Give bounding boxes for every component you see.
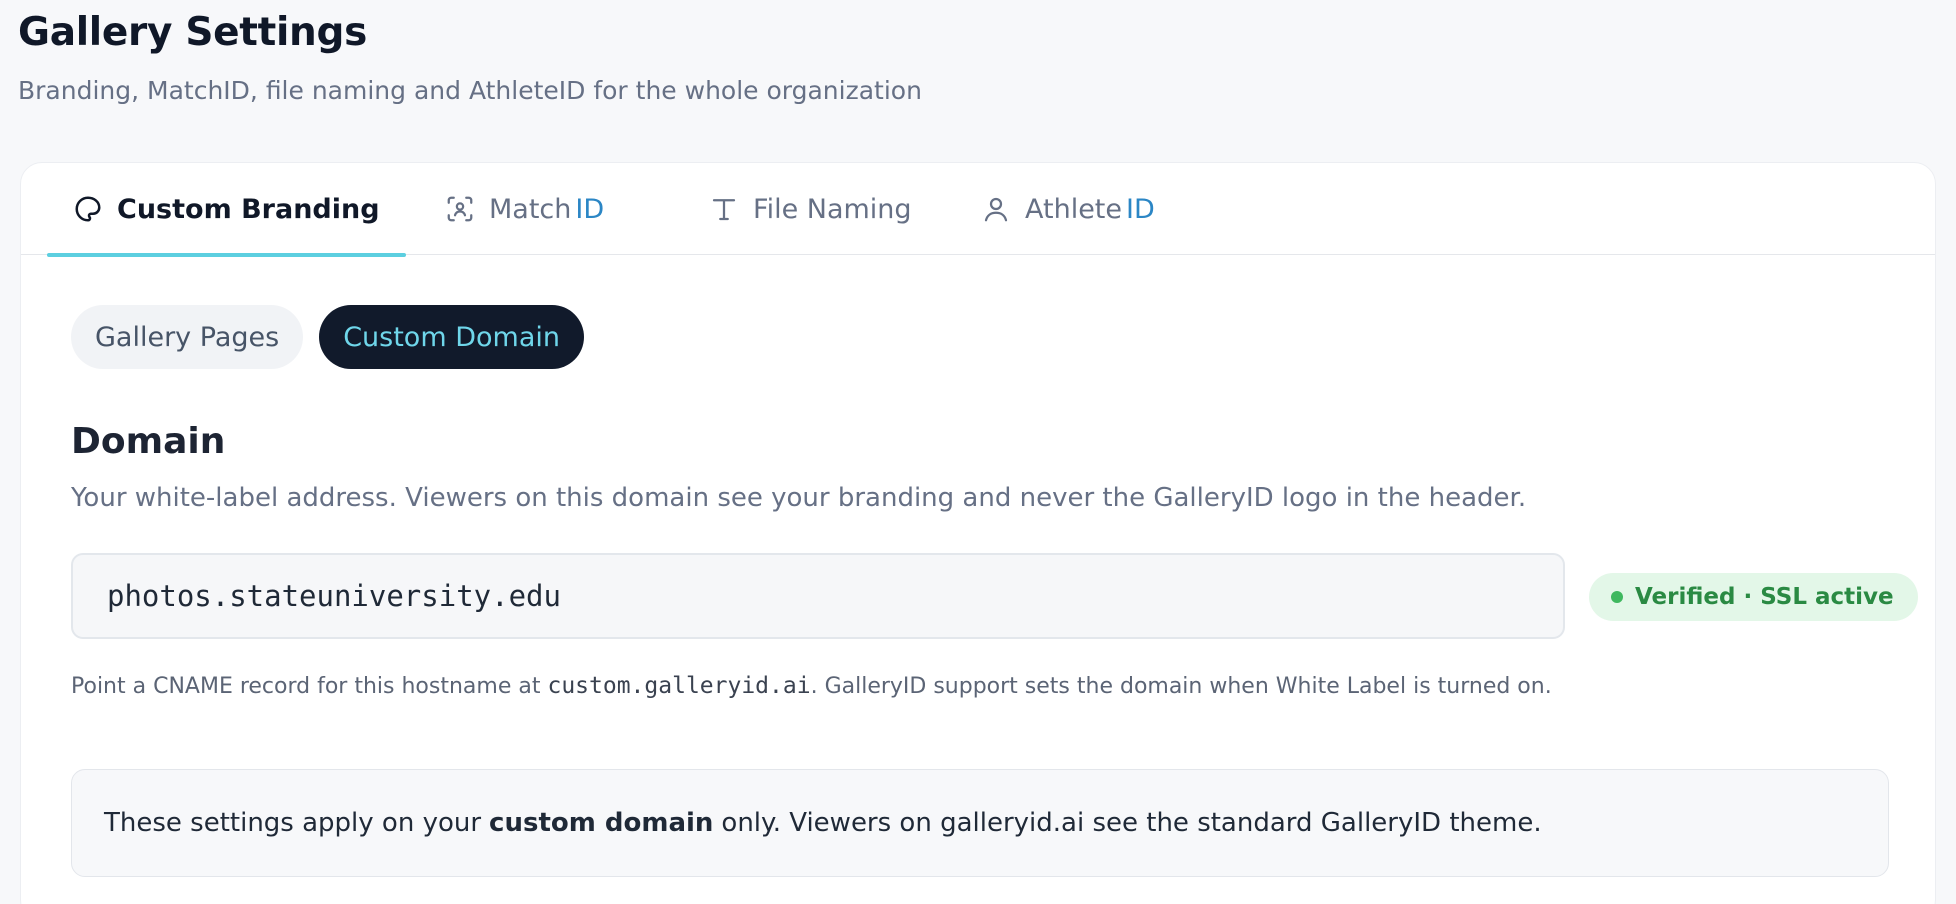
tab-file-naming[interactable]: File Naming bbox=[709, 163, 912, 255]
tab-label-accent: ID bbox=[575, 193, 605, 225]
cname-hint: Point a CNAME record for this hostname a… bbox=[71, 673, 1552, 699]
page-subtitle: Branding, MatchID, file naming and Athle… bbox=[18, 76, 922, 105]
domain-notice: These settings apply on your custom doma… bbox=[71, 769, 1889, 877]
tab-bar: Custom Branding Match ID File Naming Athl… bbox=[21, 163, 1935, 257]
settings-card: Custom Branding Match ID File Naming Athl… bbox=[20, 162, 1936, 904]
notice-text-end: only. Viewers on galleryid.ai see the st… bbox=[721, 808, 1542, 838]
status-dot bbox=[1611, 591, 1623, 603]
tab-label: Athlete bbox=[1025, 193, 1123, 225]
text-icon bbox=[712, 199, 736, 221]
tab-custom-branding[interactable]: Custom Branding bbox=[47, 163, 406, 257]
section-description: Your white-label address. Viewers on thi… bbox=[71, 483, 1527, 513]
domain-input[interactable] bbox=[71, 553, 1565, 639]
user-icon bbox=[984, 197, 1008, 222]
page-title: Gallery Settings bbox=[18, 10, 368, 55]
tab-match-id[interactable]: Match ID bbox=[445, 163, 604, 255]
subtab-gallery-pages[interactable]: Gallery Pages bbox=[71, 305, 304, 369]
subtab-group: Gallery Pages Custom Domain bbox=[71, 305, 584, 369]
status-text: Verified · SSL active bbox=[1635, 584, 1894, 610]
palette-icon bbox=[75, 196, 101, 222]
hint-text: Point a CNAME record for this hostname a… bbox=[71, 674, 548, 699]
cname-target: custom.galleryid.ai bbox=[547, 673, 811, 699]
tab-label: Match bbox=[489, 193, 572, 225]
notice-text: These settings apply on your bbox=[104, 808, 482, 838]
section-title: Domain bbox=[71, 421, 226, 462]
subtab-custom-domain[interactable]: Custom Domain bbox=[319, 305, 584, 369]
tab-label: Custom Branding bbox=[117, 193, 380, 225]
notice-bold: custom domain bbox=[489, 808, 714, 838]
hint-text-end: . GalleryID support sets the domain when… bbox=[810, 674, 1552, 699]
face-scan-icon bbox=[447, 196, 473, 222]
tab-athlete-id[interactable]: Athlete ID bbox=[981, 163, 1155, 255]
status-badge: Verified · SSL active bbox=[1589, 573, 1918, 621]
tab-label-accent: ID bbox=[1126, 193, 1155, 225]
tab-label: File Naming bbox=[753, 193, 912, 225]
